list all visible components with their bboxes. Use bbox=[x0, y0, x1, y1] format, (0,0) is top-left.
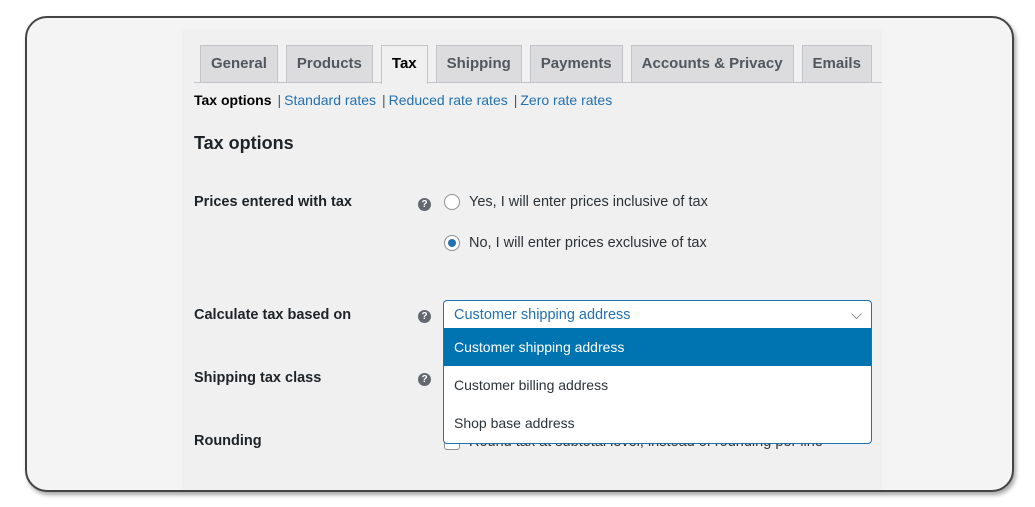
dropdown-option-customer-billing[interactable]: Customer billing address bbox=[444, 366, 871, 404]
tab-payments[interactable]: Payments bbox=[529, 45, 623, 83]
subnav-separator: | bbox=[382, 92, 386, 108]
tab-general[interactable]: General bbox=[200, 45, 278, 83]
radio-label: Yes, I will enter prices inclusive of ta… bbox=[469, 194, 708, 210]
tabs-divider bbox=[194, 82, 882, 83]
question-circle-icon[interactable]: ? bbox=[418, 198, 431, 211]
prices-entered-label: Prices entered with tax bbox=[194, 194, 352, 210]
settings-tabs: General Products Tax Shipping Payments A… bbox=[200, 45, 880, 84]
shipping-tax-class-label: Shipping tax class bbox=[194, 370, 322, 386]
select-value: Customer shipping address bbox=[454, 307, 631, 323]
subnav-link-zero-rate-rates[interactable]: Zero rate rates bbox=[520, 92, 612, 108]
radio-button[interactable] bbox=[444, 194, 460, 210]
calculate-tax-dropdown: Customer shipping address Customer billi… bbox=[443, 328, 872, 444]
chevron-down-icon: ⌵ bbox=[851, 307, 862, 323]
question-circle-icon[interactable]: ? bbox=[418, 310, 431, 323]
dropdown-option-customer-shipping[interactable]: Customer shipping address bbox=[444, 328, 871, 366]
subnav-link-reduced-rate-rates[interactable]: Reduced rate rates bbox=[389, 92, 508, 108]
radio-label: No, I will enter prices exclusive of tax bbox=[469, 235, 707, 251]
radio-prices-exclusive[interactable]: No, I will enter prices exclusive of tax bbox=[444, 235, 707, 251]
radio-button-checked[interactable] bbox=[444, 235, 460, 251]
subnav-link-standard-rates[interactable]: Standard rates bbox=[284, 92, 376, 108]
tab-tax[interactable]: Tax bbox=[380, 45, 428, 84]
tax-subnav: Tax options | Standard rates | Reduced rate … bbox=[194, 92, 612, 108]
calculate-tax-label: Calculate tax based on bbox=[194, 307, 352, 323]
window-frame: General Products Tax Shipping Payments A… bbox=[25, 16, 1014, 492]
calculate-tax-select[interactable]: Customer shipping address ⌵ bbox=[443, 300, 872, 329]
radio-prices-inclusive[interactable]: Yes, I will enter prices inclusive of ta… bbox=[444, 194, 708, 210]
subnav-current-tax-options: Tax options bbox=[194, 92, 272, 108]
tab-shipping[interactable]: Shipping bbox=[435, 45, 522, 83]
settings-panel: General Products Tax Shipping Payments A… bbox=[182, 30, 882, 490]
section-title: Tax options bbox=[194, 133, 294, 153]
question-circle-icon[interactable]: ? bbox=[418, 373, 431, 386]
subnav-separator: | bbox=[513, 92, 518, 108]
tab-accounts-privacy[interactable]: Accounts & Privacy bbox=[630, 45, 794, 83]
tab-products[interactable]: Products bbox=[285, 45, 373, 83]
dropdown-option-shop-base[interactable]: Shop base address bbox=[444, 404, 871, 442]
tab-emails[interactable]: Emails bbox=[801, 45, 872, 83]
rounding-label: Rounding bbox=[194, 433, 262, 449]
subnav-separator: | bbox=[277, 92, 282, 108]
